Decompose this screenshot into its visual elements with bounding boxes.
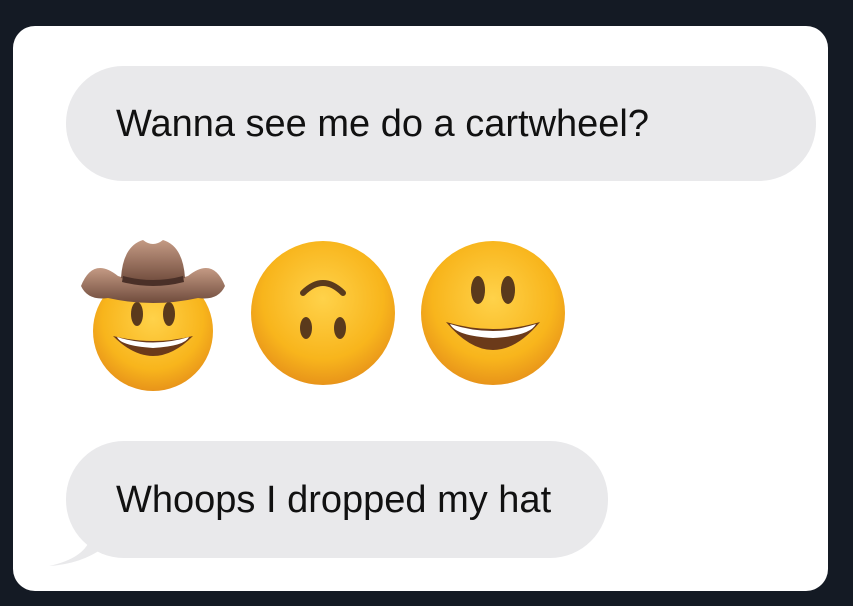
- message-bubble-incoming-2[interactable]: Whoops I dropped my hat: [66, 441, 608, 558]
- message-thread: Wanna see me do a cartwheel? Whoops I dr…: [13, 26, 828, 591]
- screenshot-frame: Wanna see me do a cartwheel? Whoops I dr…: [0, 0, 853, 606]
- message-text: Whoops I dropped my hat: [116, 478, 552, 521]
- message-bubble-incoming-1[interactable]: Wanna see me do a cartwheel?: [66, 66, 816, 181]
- emoji-message[interactable]: [73, 226, 593, 396]
- upside-down-face-icon: [251, 241, 395, 385]
- grinning-face-icon: [421, 241, 565, 385]
- cowboy-hat-face-icon: [81, 240, 225, 391]
- message-text: Wanna see me do a cartwheel?: [116, 102, 650, 145]
